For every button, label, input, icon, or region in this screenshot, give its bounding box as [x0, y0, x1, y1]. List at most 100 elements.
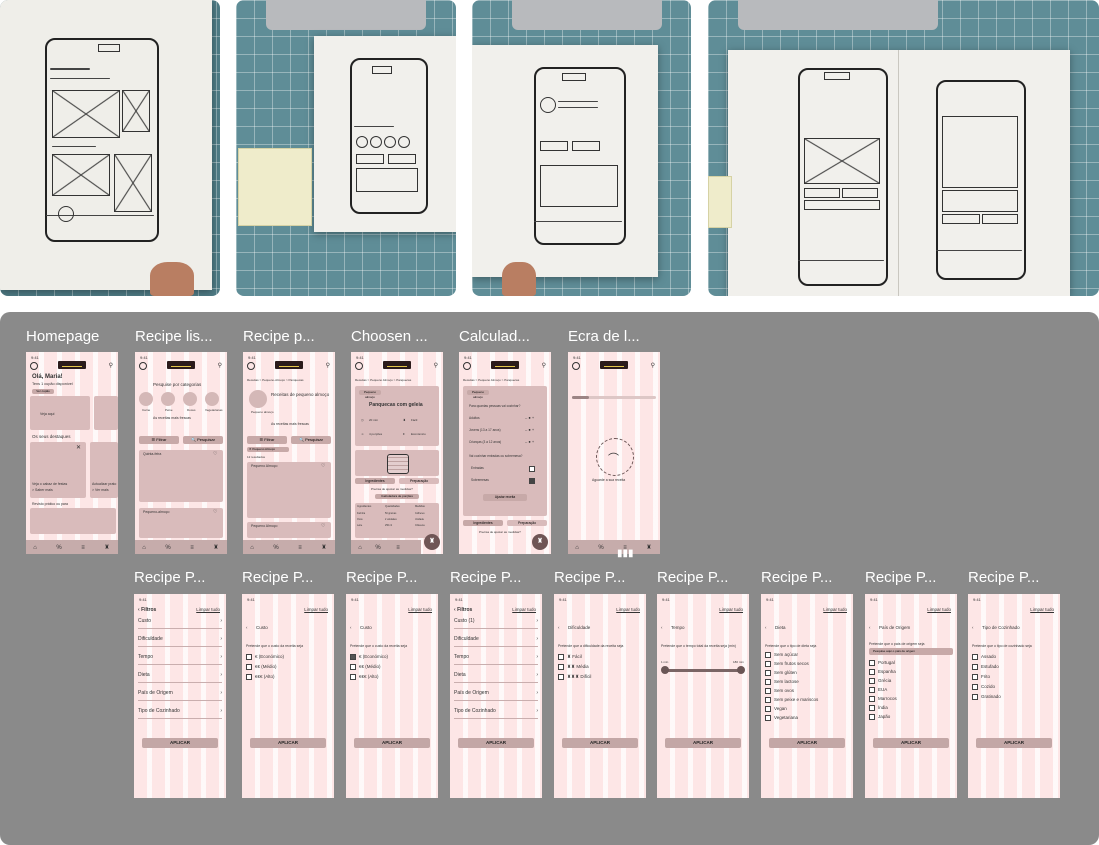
close-icon[interactable]: ✕ — [76, 444, 81, 451]
option-dificuldade-dificil[interactable]: ♜♜♜ Difícil — [558, 674, 591, 680]
coupon-button[interactable]: Ver cupão — [32, 389, 54, 394]
breadcrumb[interactable]: Receitas > Pequeno-Almoço > Panquecas — [247, 378, 304, 382]
clear-all-link[interactable]: Limpar tudo — [304, 607, 328, 612]
frame-filters[interactable]: 9:41 ‹ Filtros Limpar tudo Custo › Dificu… — [134, 594, 226, 798]
frame-calculator[interactable]: 9:41 ⚲ Receitas > Pequeno Almoço > Panqu… — [459, 352, 551, 554]
back-icon[interactable]: ‹ — [350, 625, 352, 630]
heart-icon[interactable]: ♡ — [213, 509, 217, 515]
filter-button[interactable]: ☰ Filtrar — [247, 436, 287, 444]
frame-filter-custo[interactable]: 9:41 Limpar tudo ‹ Custo Pretende que o … — [242, 594, 334, 798]
frame-label-recipe-list[interactable]: Recipe lis... — [135, 328, 229, 345]
avatar-icon[interactable] — [463, 362, 471, 370]
filter-row-tempo[interactable]: Tempo › — [454, 650, 538, 665]
option-pais[interactable]: Espanha — [869, 669, 896, 675]
option-custo-alto[interactable]: €€€ (Alto) — [350, 674, 379, 680]
apply-button[interactable]: APLICAR — [354, 738, 430, 748]
option-pais[interactable]: Portugal — [869, 660, 895, 666]
frame-label-filter-custo-selected[interactable]: Recipe P... — [346, 569, 440, 586]
option-custo-alto[interactable]: €€€ (Alto) — [246, 674, 275, 680]
list-icon[interactable]: ≡ — [297, 545, 303, 551]
frame-label-filter-pais[interactable]: Recipe P... — [865, 569, 959, 586]
calculator-button[interactable]: Calculadora de porções — [375, 494, 419, 499]
filter-row-custo[interactable]: Custo (1) › — [454, 614, 538, 629]
option-pais[interactable]: Índia — [869, 705, 888, 711]
avatar-icon[interactable] — [247, 362, 255, 370]
frame-label-filters-selected[interactable]: Recipe P... — [450, 569, 544, 586]
filter-row-pais[interactable]: País de Origem › — [454, 686, 538, 701]
back-icon[interactable]: ‹ — [246, 625, 248, 630]
percent-icon[interactable]: % — [375, 545, 381, 551]
adjust-recipe-button[interactable]: Ajustar receita — [483, 494, 527, 501]
tab-ingredients[interactable]: Ingredientes — [463, 520, 503, 526]
back-icon[interactable]: ‹ — [558, 625, 560, 630]
time-slider[interactable] — [663, 669, 743, 672]
chef-fab-button[interactable]: ♜ — [532, 534, 548, 550]
option-dificuldade-facil[interactable]: ♜ Fácil — [558, 654, 582, 660]
avatar-icon[interactable] — [139, 362, 147, 370]
frame-label-filter-dificuldade[interactable]: Recipe P... — [554, 569, 648, 586]
category-meat[interactable] — [139, 392, 153, 406]
frame-recipe-list[interactable]: 9:41 ⚲ Pesquise por categorias Carne Pei… — [135, 352, 227, 554]
option-pais[interactable]: Japão — [869, 714, 890, 720]
clear-all-link[interactable]: Limpar tudo — [1030, 607, 1054, 612]
option-cozinhado[interactable]: Frito — [972, 674, 990, 680]
clear-all-link[interactable]: Limpar tudo — [823, 607, 847, 612]
chef-hat-icon[interactable]: ♜ — [321, 545, 327, 551]
avatar-icon[interactable] — [30, 362, 38, 370]
home-icon[interactable]: ⌂ — [574, 545, 580, 551]
heart-icon[interactable]: ♡ — [321, 463, 325, 469]
breadcrumb[interactable]: Receitas > Pequeno Almoço > Panquecas — [355, 378, 411, 382]
option-cozinhado[interactable]: Assado — [972, 654, 996, 660]
recipe-card[interactable] — [139, 450, 223, 502]
country-search-input[interactable]: Pesquise aqui o país de origem — [869, 648, 953, 655]
search-icon[interactable]: ⚲ — [218, 362, 222, 369]
option-pais[interactable]: Grécia — [869, 678, 891, 684]
recipe-card[interactable] — [247, 462, 331, 518]
banner-main[interactable] — [30, 396, 90, 430]
apply-button[interactable]: APLICAR — [665, 738, 741, 748]
frame-loading-screen[interactable]: 9:41 ⚲ ⌒ Aguarde a sua receita ⌂ % ≡ ♜ — [568, 352, 660, 554]
filter-row-pais[interactable]: País de Origem › — [138, 686, 222, 701]
frame-label-homepage[interactable]: Homepage — [26, 328, 120, 345]
tab-preparation[interactable]: Preparação — [507, 520, 547, 526]
option-cozinhado[interactable]: Cozido — [972, 684, 995, 690]
option-custo-economico[interactable]: € (Económico) — [246, 654, 284, 660]
frame-label-filter-cozinhado[interactable]: Recipe P... — [968, 569, 1062, 586]
stepper[interactable]: – ● + — [525, 427, 534, 432]
tab-preparation[interactable]: Preparação — [399, 478, 439, 484]
stepper[interactable]: – ● + — [525, 415, 534, 420]
frame-filter-dieta[interactable]: 9:41 Limpar tudo ‹ Dieta Pretende que o … — [761, 594, 853, 798]
clear-all-link[interactable]: Limpar tudo — [408, 607, 432, 612]
option-cozinhado[interactable]: Estufado — [972, 664, 999, 670]
frame-label-filter-tempo[interactable]: Recipe P... — [657, 569, 751, 586]
filter-row-tempo[interactable]: Tempo › — [138, 650, 222, 665]
filter-row-dieta[interactable]: Dieta › — [454, 668, 538, 683]
starters-checkbox[interactable] — [529, 466, 535, 472]
option-dieta[interactable]: Sem peixe e mariscos — [765, 697, 818, 703]
list-icon[interactable]: ≡ — [189, 545, 195, 551]
filter-row-dificuldade[interactable]: Dificuldade › — [454, 632, 538, 647]
filter-row-cozinhado[interactable]: Tipo de Cozinhado › — [138, 704, 222, 719]
option-pais[interactable]: Marrocos — [869, 696, 897, 702]
more-frames-indicator[interactable]: ▮▮▮ — [617, 548, 634, 559]
banner-side[interactable] — [94, 396, 118, 430]
filter-row-dieta[interactable]: Dieta › — [138, 668, 222, 683]
home-icon[interactable]: ⌂ — [357, 545, 363, 551]
frame-chosen-recipe[interactable]: 9:41 ⚲ Receitas > Pequeno Almoço > Panqu… — [351, 352, 443, 554]
option-dieta[interactable]: Vegetariana — [765, 715, 798, 721]
list-icon[interactable]: ≡ — [80, 545, 86, 551]
slider-handle-max[interactable] — [737, 666, 745, 674]
category-fish[interactable] — [161, 392, 175, 406]
frame-recipe-page[interactable]: 9:41 ⚲ Receitas > Pequeno-Almoço > Panqu… — [243, 352, 335, 554]
filter-row-dificuldade[interactable]: Dificuldade › — [138, 632, 222, 647]
filter-row-cozinhado[interactable]: Tipo de Cozinhado › — [454, 704, 538, 719]
option-custo-medio[interactable]: €€ (Médio) — [350, 664, 381, 670]
search-button[interactable]: 🔍 Pesquisar — [291, 436, 331, 444]
frame-filters-selected[interactable]: 9:41 ‹ Filtros Limpar tudo Custo (1) › Di… — [450, 594, 542, 798]
option-dieta[interactable]: Sem glúten — [765, 670, 797, 676]
option-cozinhado[interactable]: Gratinado — [972, 694, 1001, 700]
back-icon[interactable]: ‹ — [765, 625, 767, 630]
frame-label-filters[interactable]: Recipe P... — [134, 569, 228, 586]
clear-all-link[interactable]: Limpar tudo — [719, 607, 743, 612]
chef-hat-icon[interactable]: ♜ — [104, 545, 110, 551]
